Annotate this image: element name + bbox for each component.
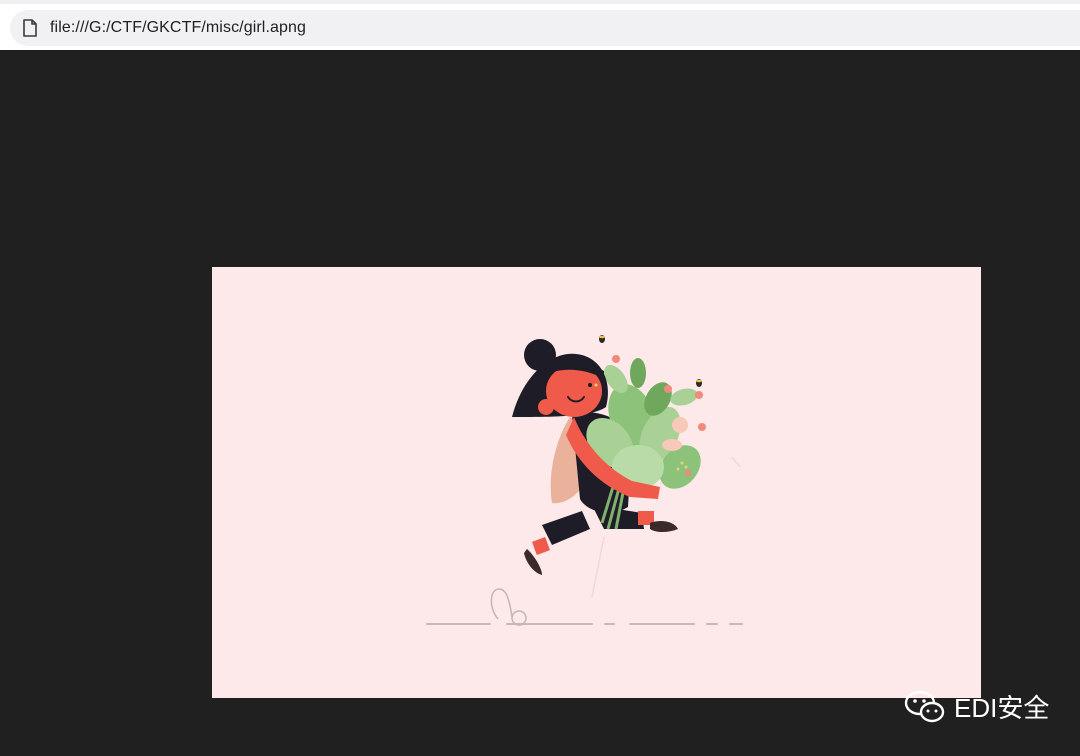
back-leg (524, 511, 590, 575)
dust-puff (490, 588, 527, 626)
girl-illustration (426, 335, 743, 626)
file-icon (20, 18, 40, 38)
girl-head (512, 339, 608, 417)
watermark: EDI安全 (904, 688, 1049, 725)
page-viewport (0, 50, 1080, 756)
displayed-image (212, 267, 981, 698)
address-bar[interactable]: file:///G:/CTF/GKCTF/misc/girl.apng (10, 10, 1080, 46)
watermark-text: EDI安全 (954, 693, 1050, 723)
browser-toolbar: file:///G:/CTF/GKCTF/misc/girl.apng (0, 0, 1080, 50)
wechat-icon (904, 690, 945, 722)
url-text[interactable]: file:///G:/CTF/GKCTF/misc/girl.apng (50, 19, 306, 37)
